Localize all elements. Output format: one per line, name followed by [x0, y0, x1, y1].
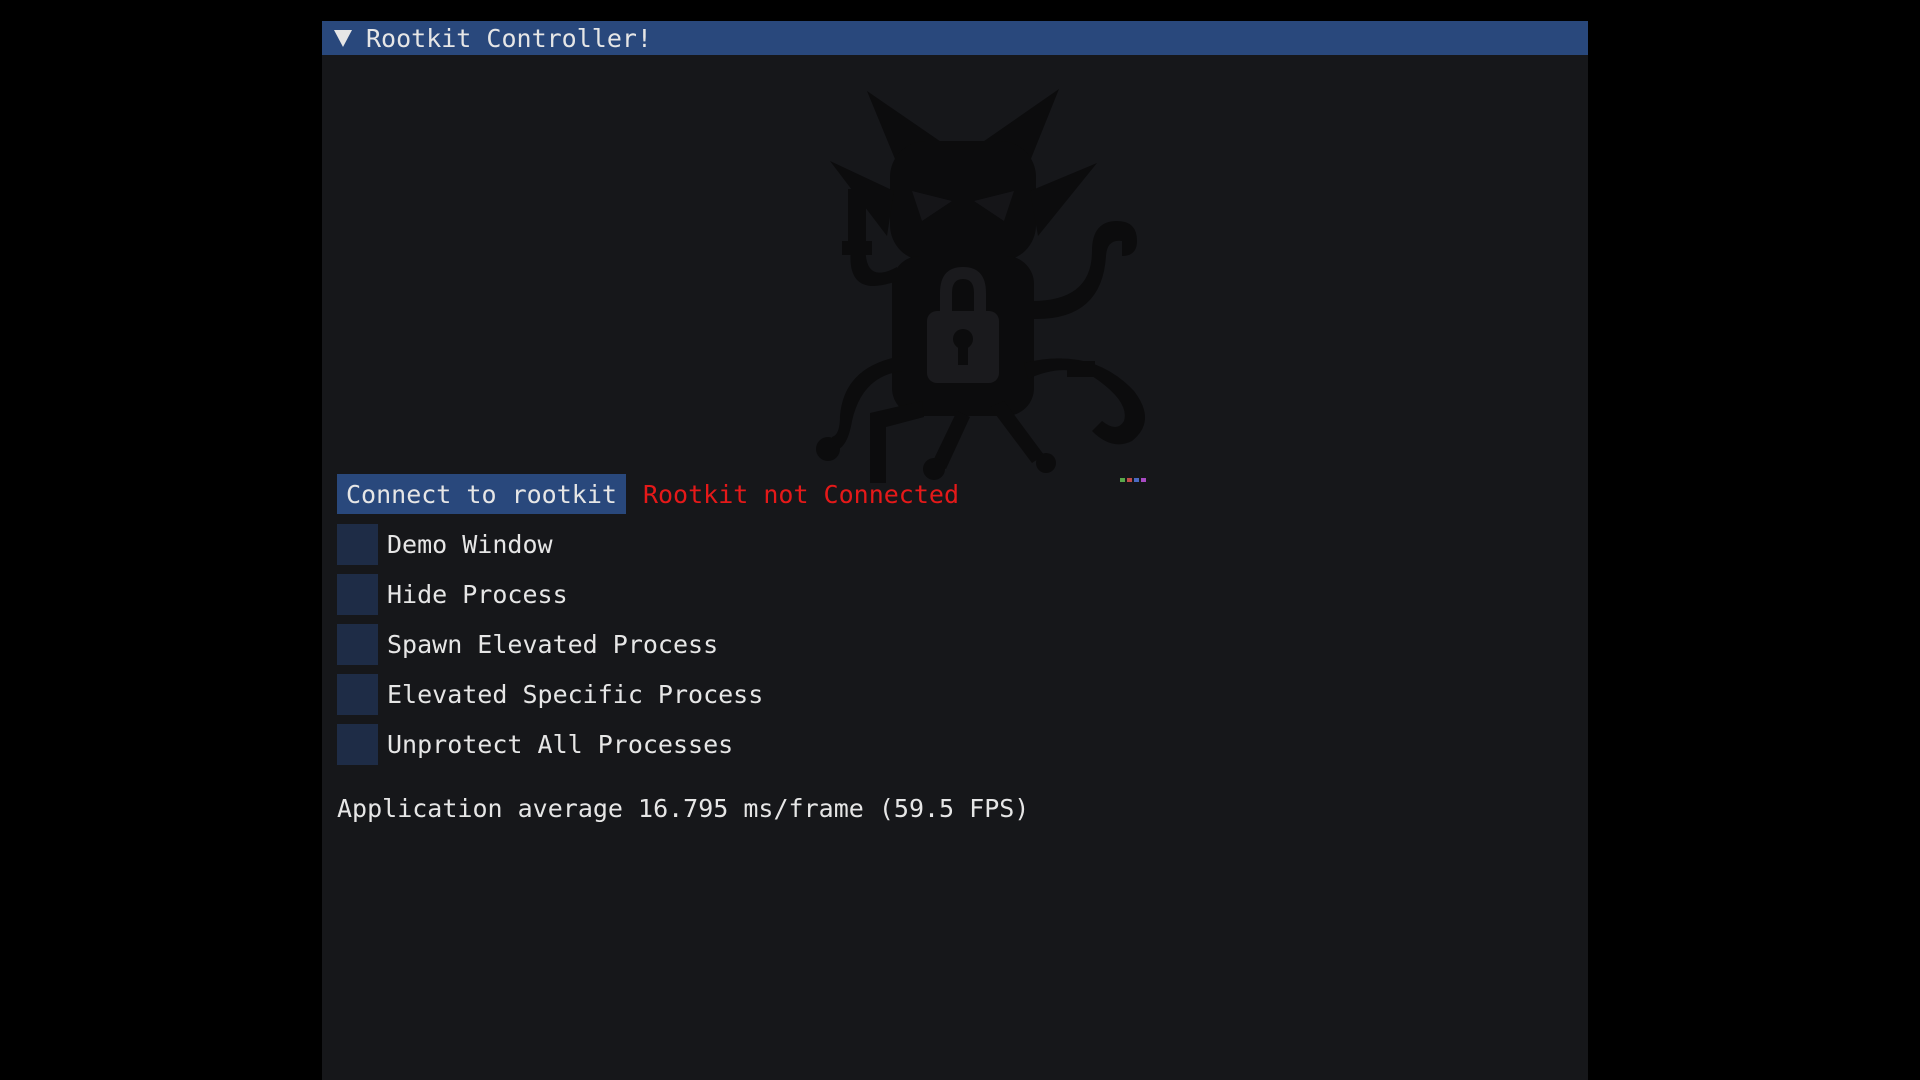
spawn-elevated-process-checkbox-row[interactable]: Spawn Elevated Process	[337, 623, 719, 665]
spawn-elevated-process-label: Spawn Elevated Process	[387, 629, 719, 659]
hide-process-checkbox[interactable]	[337, 573, 378, 615]
connection-status: Rootkit not Connected	[642, 479, 960, 509]
unprotect-all-processes-label: Unprotect All Processes	[387, 729, 734, 759]
unprotect-all-processes-checkbox[interactable]	[337, 723, 378, 765]
elevated-specific-process-checkbox[interactable]	[337, 673, 378, 715]
hide-process-checkbox-row[interactable]: Hide Process	[337, 573, 568, 615]
connect-button[interactable]: Connect to rootkit	[337, 474, 626, 514]
spawn-elevated-process-checkbox[interactable]	[337, 623, 378, 665]
rootkit-controller-window: Rootkit Controller! Connect to rootkit R…	[322, 21, 1588, 1080]
fps-readout: Application average 16.795 ms/frame (59.…	[337, 794, 1030, 823]
unprotect-all-processes-checkbox-row[interactable]: Unprotect All Processes	[337, 723, 734, 765]
demo-window-checkbox-row[interactable]: Demo Window	[337, 523, 553, 565]
elevated-specific-process-label: Elevated Specific Process	[387, 679, 764, 709]
demo-window-label: Demo Window	[387, 529, 553, 559]
hide-process-label: Hide Process	[387, 579, 568, 609]
collapse-triangle-icon[interactable]	[334, 29, 352, 47]
devil-octopus-logo-icon	[816, 89, 1146, 483]
elevated-specific-process-checkbox-row[interactable]: Elevated Specific Process	[337, 673, 764, 715]
window-title-bar[interactable]: Rootkit Controller!	[322, 21, 1588, 55]
demo-window-checkbox[interactable]	[337, 523, 378, 565]
window-title: Rootkit Controller!	[366, 23, 652, 53]
connection-row: Connect to rootkit Rootkit not Connected	[337, 474, 959, 514]
